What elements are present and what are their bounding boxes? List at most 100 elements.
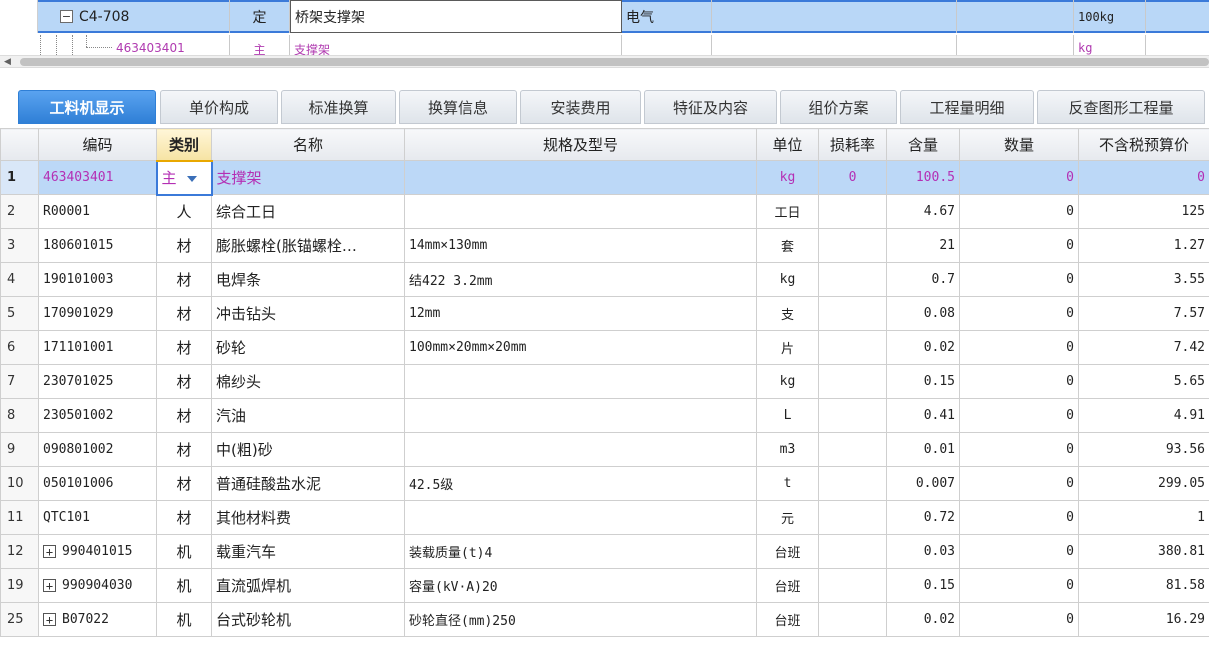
cell-price[interactable]: 16.29 <box>1078 602 1209 637</box>
cell-name[interactable]: 冲击钻头 <box>211 296 405 331</box>
cell-quantity[interactable]: 0 <box>959 500 1079 535</box>
dropdown-arrow-icon[interactable] <box>186 175 197 182</box>
cell-spec[interactable] <box>404 194 757 229</box>
cell-loss-rate[interactable] <box>818 466 887 501</box>
tree-child-name-cell[interactable]: 支撑架 <box>290 35 622 55</box>
cell-loss-rate[interactable] <box>818 432 887 467</box>
cell-loss-rate[interactable]: 0 <box>818 160 887 195</box>
cell-name[interactable]: 棉纱头 <box>211 364 405 399</box>
tab-labor-material-machine[interactable]: 工料机显示 <box>18 90 156 124</box>
tab-pricing-scheme[interactable]: 组价方案 <box>780 90 897 124</box>
cell-type[interactable]: 人 <box>156 194 212 229</box>
table-row[interactable]: 12 +990401015 机载重汽车 装载质量(t)4 台班 0.03 0 380.81 <box>0 534 1209 569</box>
cell-price[interactable]: 299.05 <box>1078 466 1209 501</box>
cell-code[interactable]: 170901029 <box>38 296 157 331</box>
cell-name[interactable]: 载重汽车 <box>211 534 405 569</box>
cell-quantity[interactable]: 0 <box>959 262 1079 297</box>
cell-type[interactable]: 材 <box>156 262 212 297</box>
cell-unit[interactable]: 台班 <box>756 568 819 603</box>
cell-type[interactable]: 材 <box>156 432 212 467</box>
row-number[interactable]: 7 <box>0 364 39 399</box>
cell-price[interactable]: 4.91 <box>1078 398 1209 433</box>
tree-child-cell[interactable] <box>957 35 1074 55</box>
tab-features-content[interactable]: 特征及内容 <box>644 90 777 124</box>
cell-price[interactable]: 380.81 <box>1078 534 1209 569</box>
table-row[interactable]: 8 230501002 材 汽油 L 0.41 0 4.91 <box>0 398 1209 433</box>
cell-unit[interactable]: 工日 <box>756 194 819 229</box>
cell-price[interactable]: 0 <box>1078 160 1209 195</box>
tree-category-cell[interactable]: 电气 <box>622 0 712 33</box>
cell-loss-rate[interactable] <box>818 296 887 331</box>
table-row[interactable]: 7 230701025 材 棉纱头 kg 0.15 0 5.65 <box>0 364 1209 399</box>
cell-code[interactable]: 180601015 <box>38 228 157 263</box>
header-code[interactable]: 编码 <box>38 128 157 161</box>
cell-loss-rate[interactable] <box>818 534 887 569</box>
cell-loss-rate[interactable] <box>818 602 887 637</box>
table-row[interactable]: 11 QTC101 材 其他材料费 元 0.72 0 1 <box>0 500 1209 535</box>
cell-quantity[interactable]: 0 <box>959 398 1079 433</box>
tree-unit-cell[interactable]: 100kg <box>1074 0 1146 33</box>
cell-name[interactable]: 普通硅酸盐水泥 <box>211 466 405 501</box>
cell-spec[interactable]: 14mm×130mm <box>404 228 757 263</box>
header-content[interactable]: 含量 <box>886 128 960 161</box>
header-quantity[interactable]: 数量 <box>959 128 1079 161</box>
header-name[interactable]: 名称 <box>211 128 405 161</box>
row-number[interactable]: 10 <box>0 466 39 501</box>
cell-content[interactable]: 0.02 <box>886 330 960 365</box>
table-row[interactable]: 3 180601015 材 膨胀螺栓(胀锚螺栓… 14mm×130mm 套 21 0 1.27 <box>0 228 1209 263</box>
row-number[interactable]: 11 <box>0 500 39 535</box>
cell-name[interactable]: 中(粗)砂 <box>211 432 405 467</box>
cell-loss-rate[interactable] <box>818 262 887 297</box>
cell-code[interactable]: QTC101 <box>38 500 157 535</box>
tree-child-type-cell[interactable]: 主 <box>230 35 290 55</box>
tab-quantity-details[interactable]: 工程量明细 <box>900 90 1034 124</box>
cell-name[interactable]: 台式砂轮机 <box>211 602 405 637</box>
cell-unit[interactable]: kg <box>756 364 819 399</box>
cell-spec[interactable] <box>404 364 757 399</box>
collapse-icon[interactable]: − <box>60 10 73 23</box>
table-row[interactable]: 4 190101003 材 电焊条 结422 3.2mm kg 0.7 0 3.55 <box>0 262 1209 297</box>
cell-code[interactable]: 050101006 <box>38 466 157 501</box>
cell-type[interactable]: 材 <box>156 330 212 365</box>
cell-spec[interactable]: 100mm×20mm×20mm <box>404 330 757 365</box>
row-number[interactable]: 2 <box>0 194 39 229</box>
cell-name[interactable]: 综合工日 <box>211 194 405 229</box>
table-row[interactable]: 9 090801002 材 中(粗)砂 m3 0.01 0 93.56 <box>0 432 1209 467</box>
expand-icon[interactable]: + <box>43 613 56 626</box>
scroll-left-icon[interactable]: ◀ <box>4 57 11 67</box>
tree-child-cell[interactable] <box>712 35 957 55</box>
row-number[interactable]: 5 <box>0 296 39 331</box>
tree-empty-cell-3[interactable] <box>1146 0 1209 33</box>
cell-code[interactable]: 230701025 <box>38 364 157 399</box>
cell-type[interactable]: 机 <box>156 568 212 603</box>
tab-reverse-graphic-quantity[interactable]: 反查图形工程量 <box>1037 90 1205 124</box>
cell-code[interactable]: 171101001 <box>38 330 157 365</box>
cell-quantity[interactable]: 0 <box>959 228 1079 263</box>
cell-code[interactable]: +990401015 <box>38 534 157 569</box>
cell-content[interactable]: 0.08 <box>886 296 960 331</box>
cell-name[interactable]: 其他材料费 <box>211 500 405 535</box>
cell-type[interactable]: 主 <box>155 159 213 196</box>
cell-code[interactable]: + B07022 <box>38 602 157 637</box>
cell-unit[interactable]: kg <box>756 160 819 195</box>
table-row[interactable]: 6 171101001 材 砂轮 100mm×20mm×20mm 片 0.02 0 7.42 <box>0 330 1209 365</box>
cell-price[interactable]: 5.65 <box>1078 364 1209 399</box>
cell-spec[interactable]: 砂轮直径(mm)250 <box>404 602 757 637</box>
cell-unit[interactable]: 台班 <box>756 534 819 569</box>
tree-child-code-cell[interactable]: 463403401 <box>112 35 230 55</box>
cell-quantity[interactable]: 0 <box>959 330 1079 365</box>
cell-content[interactable]: 0.15 <box>886 364 960 399</box>
cell-quantity[interactable]: 0 <box>959 296 1079 331</box>
tab-standard-conversion[interactable]: 标准换算 <box>281 90 396 124</box>
row-number[interactable]: 25 <box>0 602 39 637</box>
cell-content[interactable]: 4.67 <box>886 194 960 229</box>
cell-content[interactable]: 0.03 <box>886 534 960 569</box>
cell-code[interactable]: R00001 <box>38 194 157 229</box>
tree-child-cell[interactable] <box>622 35 712 55</box>
cell-unit[interactable]: L <box>756 398 819 433</box>
header-unit[interactable]: 单位 <box>756 128 819 161</box>
cell-content[interactable]: 100.5 <box>886 160 960 195</box>
cell-code[interactable]: 190101003 <box>38 262 157 297</box>
table-row[interactable]: 5 170901029 材 冲击钻头 12mm 支 0.08 0 7.57 <box>0 296 1209 331</box>
cell-type[interactable]: 材 <box>156 228 212 263</box>
